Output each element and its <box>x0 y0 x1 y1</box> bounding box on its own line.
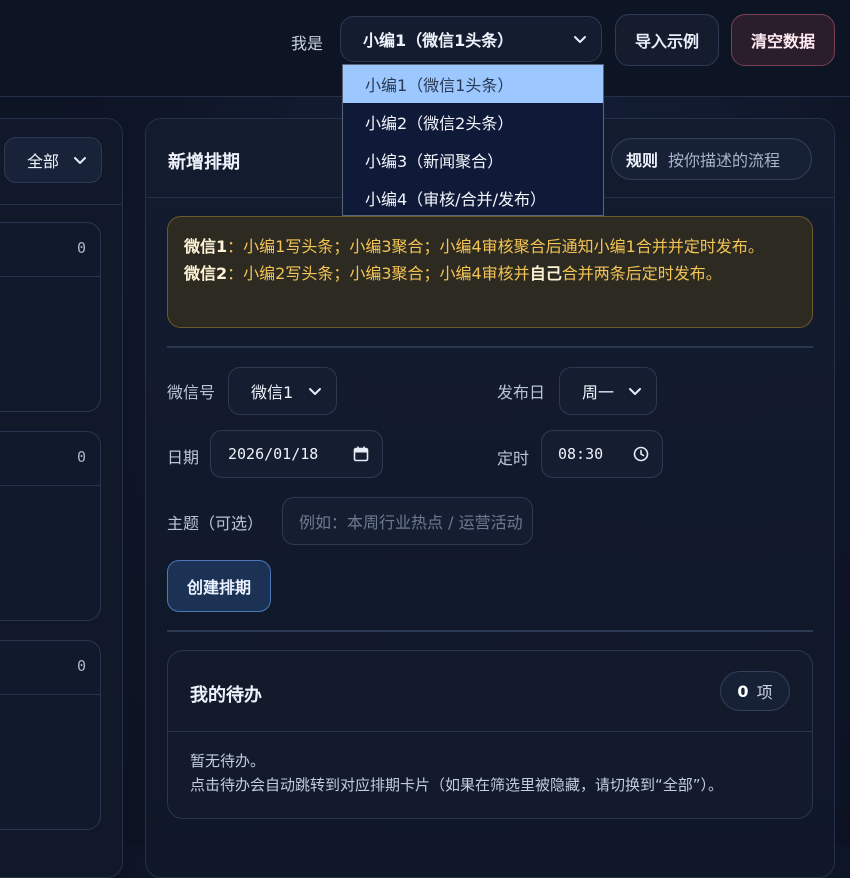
role-select[interactable]: 小编1（微信1头条） <box>340 16 602 62</box>
left-panel-divider <box>0 204 123 205</box>
clear-data-button[interactable]: 清空数据 <box>731 14 835 66</box>
date-input[interactable]: 2026/01/18 <box>210 430 383 478</box>
column-count: 0 <box>76 448 86 466</box>
todo-empty-line-1: 暂无待办。 <box>190 752 266 770</box>
todo-count-unit: 项 <box>756 683 773 702</box>
weekday-label: 发布日 <box>497 383 546 402</box>
section-divider <box>167 630 813 632</box>
filter-select-value: 全部 <box>27 152 60 171</box>
role-option-2[interactable]: 小编2（微信2头条） <box>343 103 603 141</box>
topic-input-placeholder: 例如：本周行业热点 / 运营活动 <box>299 513 523 532</box>
chevron-down-icon <box>74 157 86 164</box>
rules-badge: 规则 按你描述的流程 <box>611 138 812 180</box>
time-input-value: 08:30 <box>558 445 604 463</box>
card-divider <box>0 694 100 695</box>
notice-label-1: 微信1 <box>184 237 228 256</box>
role-dropdown-menu: 小编1（微信1头条） 小编2（微信2头条） 小编3（新闻聚合） 小编4（审核/合… <box>342 64 604 216</box>
todo-divider <box>168 731 812 732</box>
schedule-column-card: 0 <box>0 640 101 830</box>
date-input-value: 2026/01/18 <box>228 445 319 463</box>
card-divider <box>0 276 100 277</box>
schedule-column-card: 0 <box>0 222 101 412</box>
rules-key: 规则 <box>626 151 659 170</box>
weekday-select[interactable]: 周一 <box>559 367 657 415</box>
card-divider <box>0 485 100 486</box>
todo-count: 0 <box>737 681 749 701</box>
notice-line-2: 微信2：小编2写头条；小编3聚合；小编4审核并自己合并两条后定时发布。 <box>184 260 796 287</box>
create-schedule-button[interactable]: 创建排期 <box>167 560 271 612</box>
whoami-label: 我是 <box>291 34 324 53</box>
account-select[interactable]: 微信1 <box>228 367 337 415</box>
account-label: 微信号 <box>167 383 216 402</box>
clock-icon[interactable] <box>632 445 650 463</box>
my-todo-card: 我的待办 0 项 暂无待办。 点击待办会自动跳转到对应排期卡片（如果在筛选里被隐… <box>167 650 813 819</box>
todo-empty-message: 暂无待办。 点击待办会自动跳转到对应排期卡片（如果在筛选里被隐藏，请切换到“全部… <box>190 749 723 797</box>
notice-text-2b: 合并两条后定时发布。 <box>561 264 722 283</box>
role-option-4[interactable]: 小编4（审核/合并/发布） <box>343 179 603 217</box>
column-count: 0 <box>76 657 86 675</box>
role-option-3[interactable]: 小编3（新闻聚合） <box>343 141 603 179</box>
filter-select[interactable]: 全部 <box>4 137 102 183</box>
topic-label: 主题（可选） <box>167 514 264 533</box>
time-input[interactable]: 08:30 <box>541 430 663 478</box>
todo-title: 我的待办 <box>190 685 262 706</box>
role-select-value: 小编1（微信1头条） <box>363 31 514 50</box>
time-label: 定时 <box>497 449 530 468</box>
role-option-1[interactable]: 小编1（微信1头条） <box>343 65 603 103</box>
schedule-column-card: 0 <box>0 431 101 621</box>
rules-value: 按你描述的流程 <box>668 151 781 170</box>
section-divider <box>167 346 813 348</box>
todo-empty-line-2: 点击待办会自动跳转到对应排期卡片（如果在筛选里被隐藏，请切换到“全部”）。 <box>190 776 724 794</box>
notice-text-1: ：小编1写头条；小编3聚合；小编4审核聚合后通知小编1合并并定时发布。 <box>227 237 764 256</box>
account-select-value: 微信1 <box>251 383 294 402</box>
weekday-select-value: 周一 <box>582 383 615 402</box>
todo-count-badge: 0 项 <box>720 671 790 711</box>
chevron-down-icon <box>629 388 641 395</box>
notice-emphasis: 自己 <box>529 264 562 283</box>
import-example-button[interactable]: 导入示例 <box>615 14 719 66</box>
notice-text-2a: ：小编2写头条；小编3聚合；小编4审核并 <box>227 264 530 283</box>
chevron-down-icon <box>309 388 321 395</box>
chevron-down-icon <box>574 36 586 43</box>
panel-title: 新增排期 <box>168 152 240 173</box>
notice-line-1: 微信1：小编1写头条；小编3聚合；小编4审核聚合后通知小编1合并并定时发布。 <box>184 233 796 260</box>
workflow-notice: 微信1：小编1写头条；小编3聚合；小编4审核聚合后通知小编1合并并定时发布。 微… <box>167 216 813 328</box>
topic-input[interactable]: 例如：本周行业热点 / 运营活动 <box>282 497 533 545</box>
calendar-icon[interactable] <box>352 445 370 463</box>
notice-label-2: 微信2 <box>184 264 228 283</box>
date-label: 日期 <box>167 448 200 467</box>
column-count: 0 <box>76 239 86 257</box>
